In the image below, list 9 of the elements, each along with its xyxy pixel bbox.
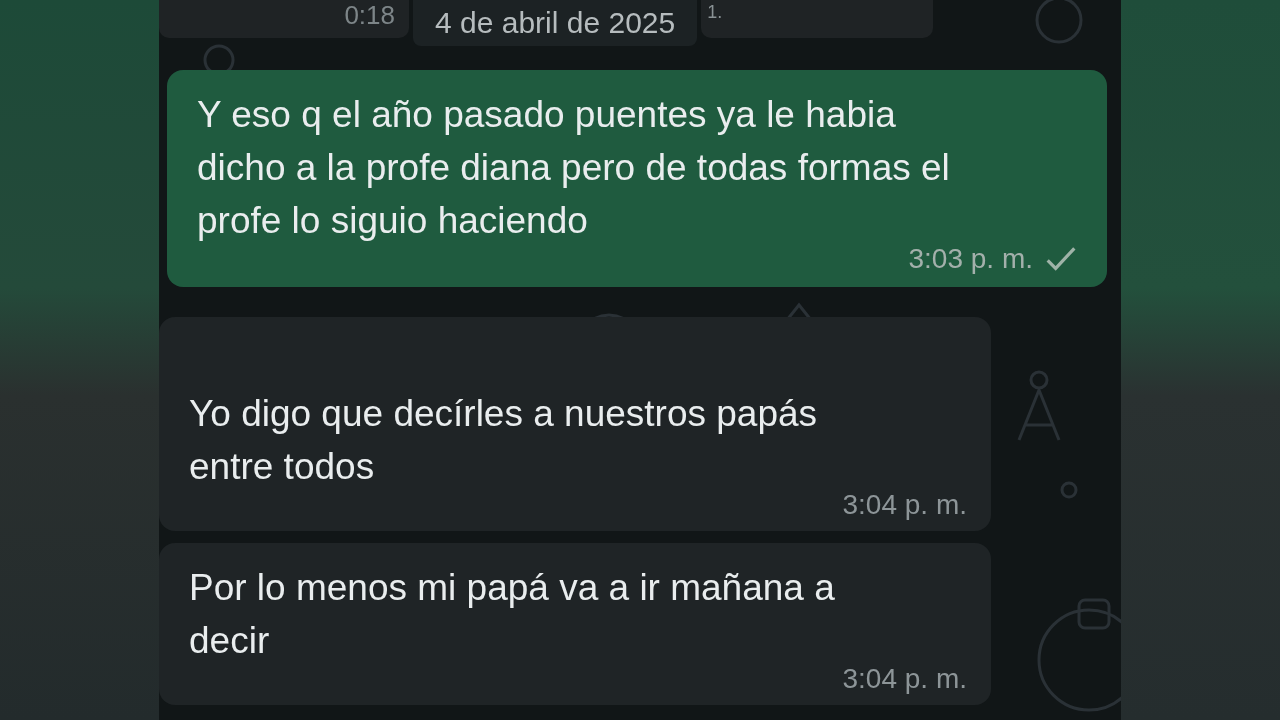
message-time: 1. [707, 2, 723, 23]
message-text: Y eso q el año pasado puentes ya le habia dicho a la profe diana pero de todas formas el profe lo siguio haciendo [197, 93, 951, 243]
message-time: 3:03 p. m. [908, 243, 1033, 275]
date-chip: 4 de abril de 2025 [413, 0, 698, 46]
message-time: 0:18 [344, 0, 395, 31]
message-time: 3:04 p. m. [842, 489, 967, 521]
message-text: Yo digo que decírles a nuestros papás entre todos [189, 392, 819, 489]
message-time: 3:04 p. m. [842, 663, 967, 695]
message-text: Por lo menos mi papá va a ir mañana a decir [189, 566, 836, 663]
